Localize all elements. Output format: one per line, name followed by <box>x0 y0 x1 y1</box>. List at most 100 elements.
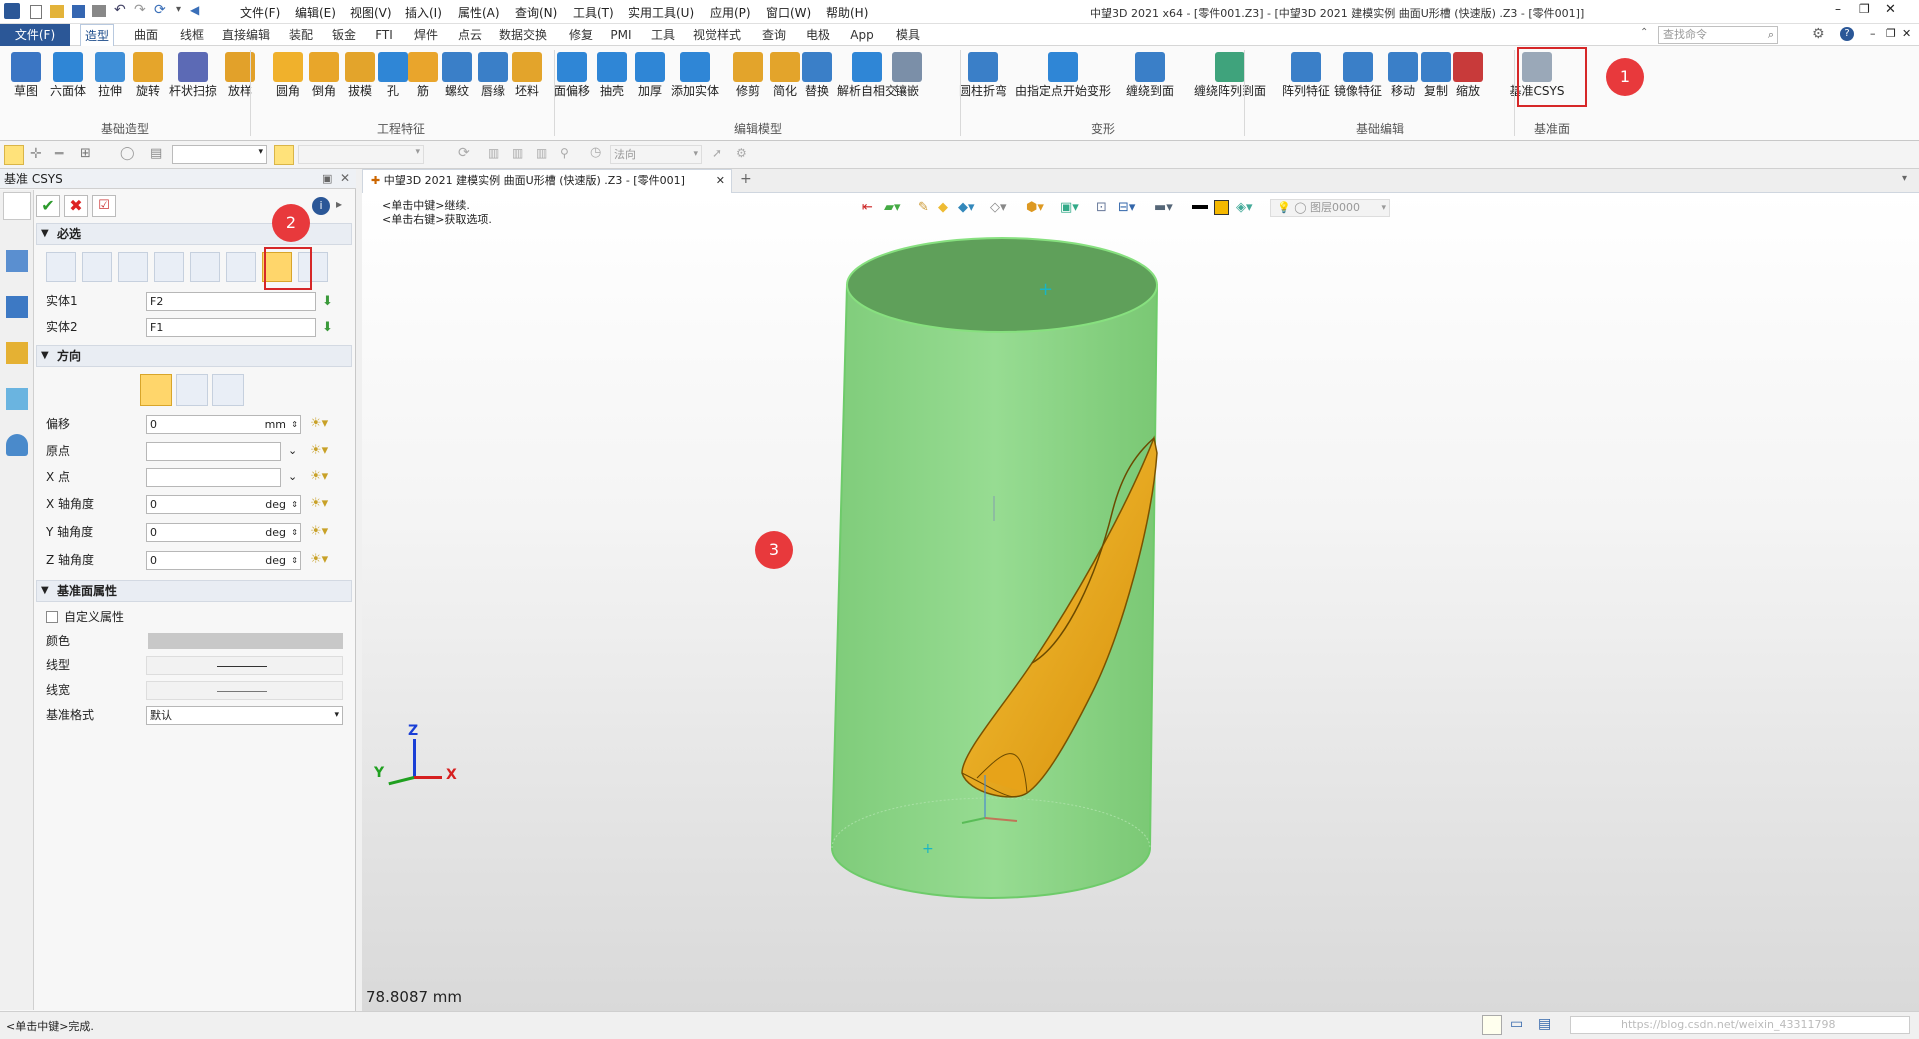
method-three-point-icon[interactable] <box>82 252 112 282</box>
format-dropdown[interactable]: 默认 ▾ <box>146 706 343 725</box>
ribbon-tab-11[interactable]: PMI <box>606 24 636 46</box>
save-icon[interactable] <box>72 5 85 18</box>
menu-query[interactable]: 查询(N) <box>515 4 557 21</box>
file-tab[interactable]: 文件(F) <box>0 24 70 46</box>
search-command-input[interactable]: 查找命令 ⌕ <box>1658 26 1778 44</box>
menu-attributes[interactable]: 属性(A) <box>458 4 500 21</box>
panel-expand-icon[interactable]: ▸ <box>336 197 342 211</box>
zangle-input[interactable]: 0 deg ⇕ <box>146 551 301 570</box>
method-two-plane-icon[interactable] <box>154 252 184 282</box>
ribbon-button-15[interactable]: 抽壳 <box>594 50 630 112</box>
ribbon-button-26[interactable]: 缠绕阵列到面 <box>1185 50 1275 112</box>
cancel-x-icon[interactable]: ✖ <box>64 195 88 217</box>
ribbon-button-29[interactable]: 移动 <box>1386 50 1420 112</box>
cursor-icon[interactable]: ➚ <box>712 146 722 160</box>
direction-axis-icon[interactable] <box>212 374 244 406</box>
method-three-plane-icon[interactable] <box>190 252 220 282</box>
ribbon-button-6[interactable]: 圆角 <box>270 50 306 112</box>
quick-access-toolbar[interactable]: ↶ ↷ ⟳ ▾ ◀ <box>30 2 230 20</box>
snap-icon[interactable]: ✛ <box>30 146 42 162</box>
ribbon-button-19[interactable]: 简化 <box>768 50 802 112</box>
entity1-input[interactable]: F2 <box>146 292 316 311</box>
open-folder-icon[interactable] <box>50 5 64 18</box>
filter-dropdown[interactable]: ▾ <box>172 145 267 164</box>
redo-icon[interactable]: ↷ <box>134 2 146 18</box>
ribbon-tab-0[interactable]: 造型 <box>80 24 114 46</box>
section-plane-properties[interactable]: ▼ 基准面属性 <box>36 580 352 602</box>
ribbon-button-30[interactable]: 复制 <box>1420 50 1452 112</box>
ribbon-tab-9[interactable]: 数据交换 <box>496 24 550 46</box>
line-filter-icon[interactable]: ━ <box>55 146 63 162</box>
close-icon[interactable]: ✕ <box>1885 2 1896 17</box>
back-icon[interactable]: ◀ <box>190 3 199 17</box>
ribbon-button-3[interactable]: 旋转 <box>130 50 166 112</box>
entity2-input[interactable]: F1 <box>146 318 316 337</box>
ribbon-tab-12[interactable]: 工具 <box>646 24 680 46</box>
restore-icon[interactable]: ❐ <box>1859 2 1870 16</box>
help-icon[interactable]: ? <box>1840 27 1854 41</box>
offset-option-icon[interactable]: ☀▾ <box>310 413 328 435</box>
ribbon-tab-4[interactable]: 装配 <box>284 24 318 46</box>
direction-planar-icon[interactable] <box>140 374 172 406</box>
settings-small-icon[interactable]: ⚙ <box>736 146 747 160</box>
ribbon-tab-6[interactable]: FTI <box>372 24 396 46</box>
entity2-pick-icon[interactable]: ⬇ <box>322 317 333 339</box>
align-center-icon[interactable]: ▥ <box>512 146 523 160</box>
ribbon-button-5[interactable]: 放样 <box>222 50 258 112</box>
3d-viewport[interactable]: <单击中键>继续. <单击右键>获取选项. ⇤ ▰▾ ✎ ◆ ◆▾ ◇▾ ⬢▾ … <box>362 193 1919 1011</box>
pick-mode-icon[interactable] <box>274 145 294 165</box>
align-right-icon[interactable]: ▥ <box>536 146 547 160</box>
origin-input[interactable] <box>146 442 281 461</box>
sidebar-user-icon[interactable] <box>6 434 28 456</box>
ribbon-button-12[interactable]: 唇缘 <box>476 50 510 112</box>
clock-icon[interactable]: ◷ <box>590 145 601 160</box>
pick-dropdown[interactable]: ▾ <box>298 145 424 164</box>
ribbon-tab-5[interactable]: 钣金 <box>326 24 362 46</box>
ribbon-button-13[interactable]: 坯料 <box>510 50 544 112</box>
ribbon-button-2[interactable]: 拉伸 <box>92 50 128 112</box>
ribbon-tab-17[interactable]: 模具 <box>890 24 926 46</box>
ribbon-button-4[interactable]: 杆状扫掠 <box>166 50 220 112</box>
menu-apps[interactable]: 应用(P) <box>710 4 751 21</box>
ribbon-tab-14[interactable]: 查询 <box>756 24 792 46</box>
status-monitor-icon[interactable]: ▭ <box>1510 1016 1523 1032</box>
ribbon-button-28[interactable]: 镜像特征 <box>1328 50 1388 112</box>
offset-input[interactable]: 0 mm ⇕ <box>146 415 301 434</box>
xpoint-input[interactable] <box>146 468 281 487</box>
ribbon-button-18[interactable]: 修剪 <box>730 50 766 112</box>
origin-option-icon[interactable]: ☀▾ <box>310 440 328 462</box>
menu-tools[interactable]: 工具(T) <box>573 4 614 21</box>
menu-window[interactable]: 窗口(W) <box>766 4 811 21</box>
ribbon-tab-15[interactable]: 电极 <box>800 24 836 46</box>
xangle-input[interactable]: 0 deg ⇕ <box>146 495 301 514</box>
direction-vertical-icon[interactable] <box>176 374 208 406</box>
dropdown-icon[interactable]: ▾ <box>176 4 181 15</box>
yangle-option-icon[interactable]: ☀▾ <box>310 521 328 543</box>
new-tab-icon[interactable]: + <box>740 171 752 187</box>
sidebar-part-icon[interactable] <box>6 342 28 364</box>
tab-list-icon[interactable]: ▾ <box>1902 173 1907 184</box>
method-default-icon[interactable] <box>46 252 76 282</box>
ribbon-tab-16[interactable]: App <box>848 24 876 46</box>
print-icon[interactable] <box>92 5 106 17</box>
ribbon-button-25[interactable]: 缠绕到面 <box>1118 50 1182 112</box>
menu-insert[interactable]: 插入(I) <box>405 4 442 21</box>
document-tab[interactable]: ✚ 中望3D 2021 建模实例 曲面U形槽 (快速版) .Z3 - [零件00… <box>362 169 732 193</box>
menu-file[interactable]: 文件(F) <box>240 4 280 21</box>
settings-gear-icon[interactable]: ⚙ <box>1812 26 1825 42</box>
ribbon-button-0[interactable]: 草图 <box>8 50 44 112</box>
ribbon-button-10[interactable]: 筋 <box>408 50 438 112</box>
xangle-option-icon[interactable]: ☀▾ <box>310 493 328 515</box>
select-arrow-icon[interactable] <box>4 145 24 165</box>
custom-attr-checkbox[interactable] <box>46 611 58 623</box>
yangle-input[interactable]: 0 deg ⇕ <box>146 523 301 542</box>
align-left-icon[interactable]: ▥ <box>488 146 499 160</box>
ribbon-button-23[interactable]: 圆柱折弯 <box>955 50 1011 112</box>
ribbon-tab-7[interactable]: 焊件 <box>408 24 444 46</box>
sidebar-csys-icon[interactable] <box>3 192 31 220</box>
doc-tab-close-icon[interactable]: ✕ <box>716 170 725 192</box>
ribbon-button-31[interactable]: 缩放 <box>1452 50 1484 112</box>
ribbon-button-24[interactable]: 由指定点开始变形 <box>1010 50 1116 112</box>
normal-direction-dropdown[interactable]: 法向 ▾ <box>610 145 702 164</box>
method-plane-icon[interactable] <box>118 252 148 282</box>
